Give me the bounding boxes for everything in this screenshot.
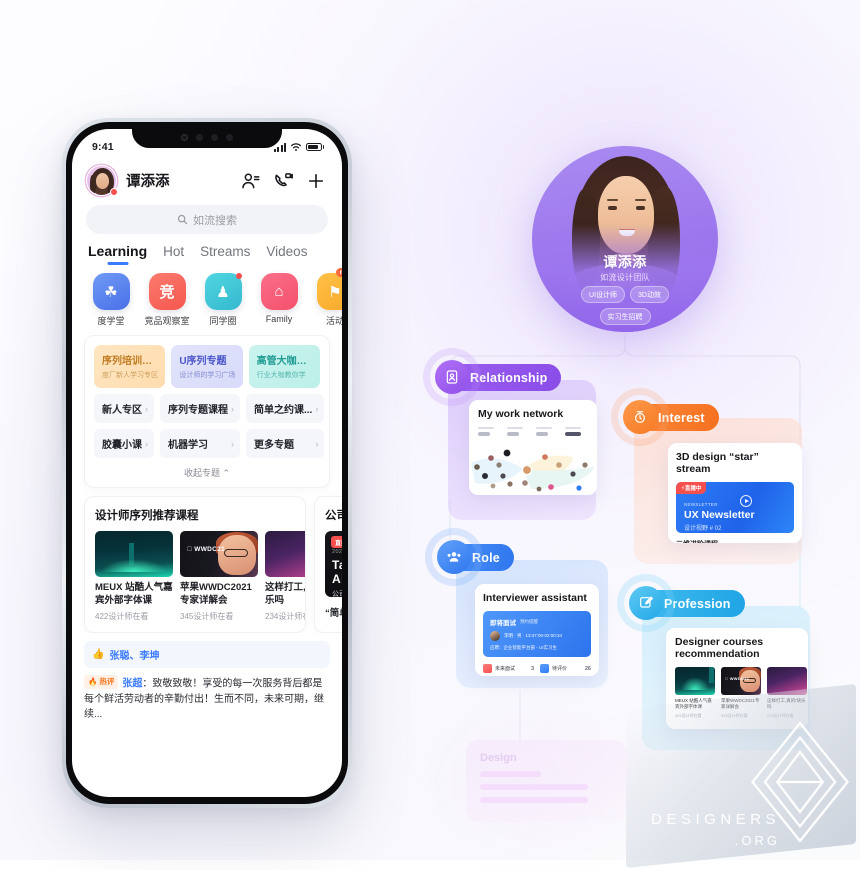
diamond-a-logo-icon <box>751 721 849 843</box>
checklist-icon <box>540 664 549 673</box>
node-chip-label: Relationship <box>470 370 548 385</box>
banner-subtitle: 设计视野 # 02 <box>684 526 722 532</box>
network-stat <box>507 427 530 436</box>
banner-title: UX Newsletter <box>684 509 755 521</box>
stat-value: 3 <box>530 665 534 672</box>
card-title: My work network <box>478 408 564 420</box>
profile-name: 谭添添 <box>603 254 647 270</box>
stat-value: 26 <box>584 665 591 672</box>
edit-document-icon <box>629 586 663 620</box>
profile-tags: UI设计师 3D动效 实习生招聘 <box>532 286 718 325</box>
sensor-icon <box>196 134 203 141</box>
network-stat <box>536 427 559 436</box>
candidate-info: 李明 · 男 · 13:47:00-02:00:34 <box>504 633 563 638</box>
profile-tag[interactable]: 实习生招聘 <box>599 308 651 325</box>
alarm-clock-icon <box>623 400 657 434</box>
interview-header: 即将面试 预约提醒 <box>490 617 584 627</box>
network-stat <box>478 427 501 436</box>
sensor-icon <box>211 134 218 141</box>
placeholder-line <box>480 784 589 790</box>
network-stats <box>478 427 588 436</box>
node-title: Design <box>480 752 517 764</box>
course-thumbnail <box>675 667 715 695</box>
watermark: DESIGNERS .ORG <box>626 683 856 869</box>
node-chip-interest[interactable]: Interest <box>623 400 719 434</box>
card-title: Interviewer assistant <box>483 592 587 604</box>
node-chip-role[interactable]: Role <box>437 540 514 574</box>
interest-course-info: 三维进阶课程 第一课 1652людей人正在观看 <box>676 539 750 543</box>
profile-node[interactable]: 谭添添 如流设计团队 UI设计师 3D动效 实习生招聘 <box>532 146 718 332</box>
banner-eyebrow: NEWSLETTER <box>684 502 718 507</box>
node-chip-relationship[interactable]: Relationship <box>435 360 562 394</box>
network-stat <box>565 427 588 436</box>
network-graph <box>471 449 595 492</box>
candidate-avatar <box>490 631 500 641</box>
interview-title: 即将面试 <box>490 620 516 627</box>
interview-reminder: 预约提醒 <box>520 619 538 624</box>
role-stats: 未来面试 3 待评价 26 <box>483 664 591 673</box>
profile-tag[interactable]: 3D动效 <box>630 286 669 303</box>
calendar-icon <box>483 664 492 673</box>
interview-person-row: 李明 · 男 · 13:47:00-02:00:34 <box>490 631 584 641</box>
camera-icon <box>181 134 188 141</box>
stat-label: 待评价 <box>552 666 568 672</box>
interview-position: 应聘：企业智能平台部 - UI实习生 <box>490 645 557 650</box>
node-chip-label: Interest <box>658 410 705 425</box>
upcoming-interview[interactable]: 即将面试 预约提醒 李明 · 男 · 13:47:00-02:00:34 应聘：… <box>483 611 591 657</box>
stat-label: 未来面试 <box>495 666 516 672</box>
interest-footer: 三维进阶课程 第一课 1652людей人正在观看 进入直播 <box>676 539 794 543</box>
course-title: 三维进阶课程 <box>676 539 750 543</box>
interviewer-assistant-card[interactable]: Interviewer assistant 即将面试 预约提醒 李明 · 男 ·… <box>475 584 599 676</box>
placeholder-line <box>480 797 589 803</box>
work-network-card[interactable]: My work network <box>469 400 597 495</box>
sensor-icon <box>226 134 233 141</box>
live-banner[interactable]: ⚡直播中 NEWSLETTER UX Newsletter 设计视野 # 02 <box>676 482 794 533</box>
node-chip-label: Profession <box>664 596 731 611</box>
role-stat[interactable]: 未来面试 3 <box>483 664 534 673</box>
mindmap-node-design[interactable]: Design <box>466 740 626 822</box>
profile-role: 如流设计团队 <box>600 273 650 282</box>
play-icon[interactable] <box>740 495 752 507</box>
profile-tag[interactable]: UI设计师 <box>581 286 626 303</box>
phone-notch <box>132 129 282 148</box>
interest-card[interactable]: 3D design “star” stream ⚡直播中 NEWSLETTER … <box>668 443 802 543</box>
user-group-icon <box>437 540 471 574</box>
course-thumbnail:  WWDC21 <box>721 667 761 695</box>
role-stat[interactable]: 待评价 26 <box>540 664 591 673</box>
card-title: Designer courses recommendation <box>675 636 764 660</box>
node-chip-label: Role <box>472 550 500 565</box>
placeholder-line <box>480 771 541 777</box>
live-badge: ⚡直播中 <box>676 482 707 494</box>
card-title: 3D design “star” stream <box>676 451 759 475</box>
node-chip-profession[interactable]: Profession <box>629 586 745 620</box>
id-card-icon <box>435 360 469 394</box>
